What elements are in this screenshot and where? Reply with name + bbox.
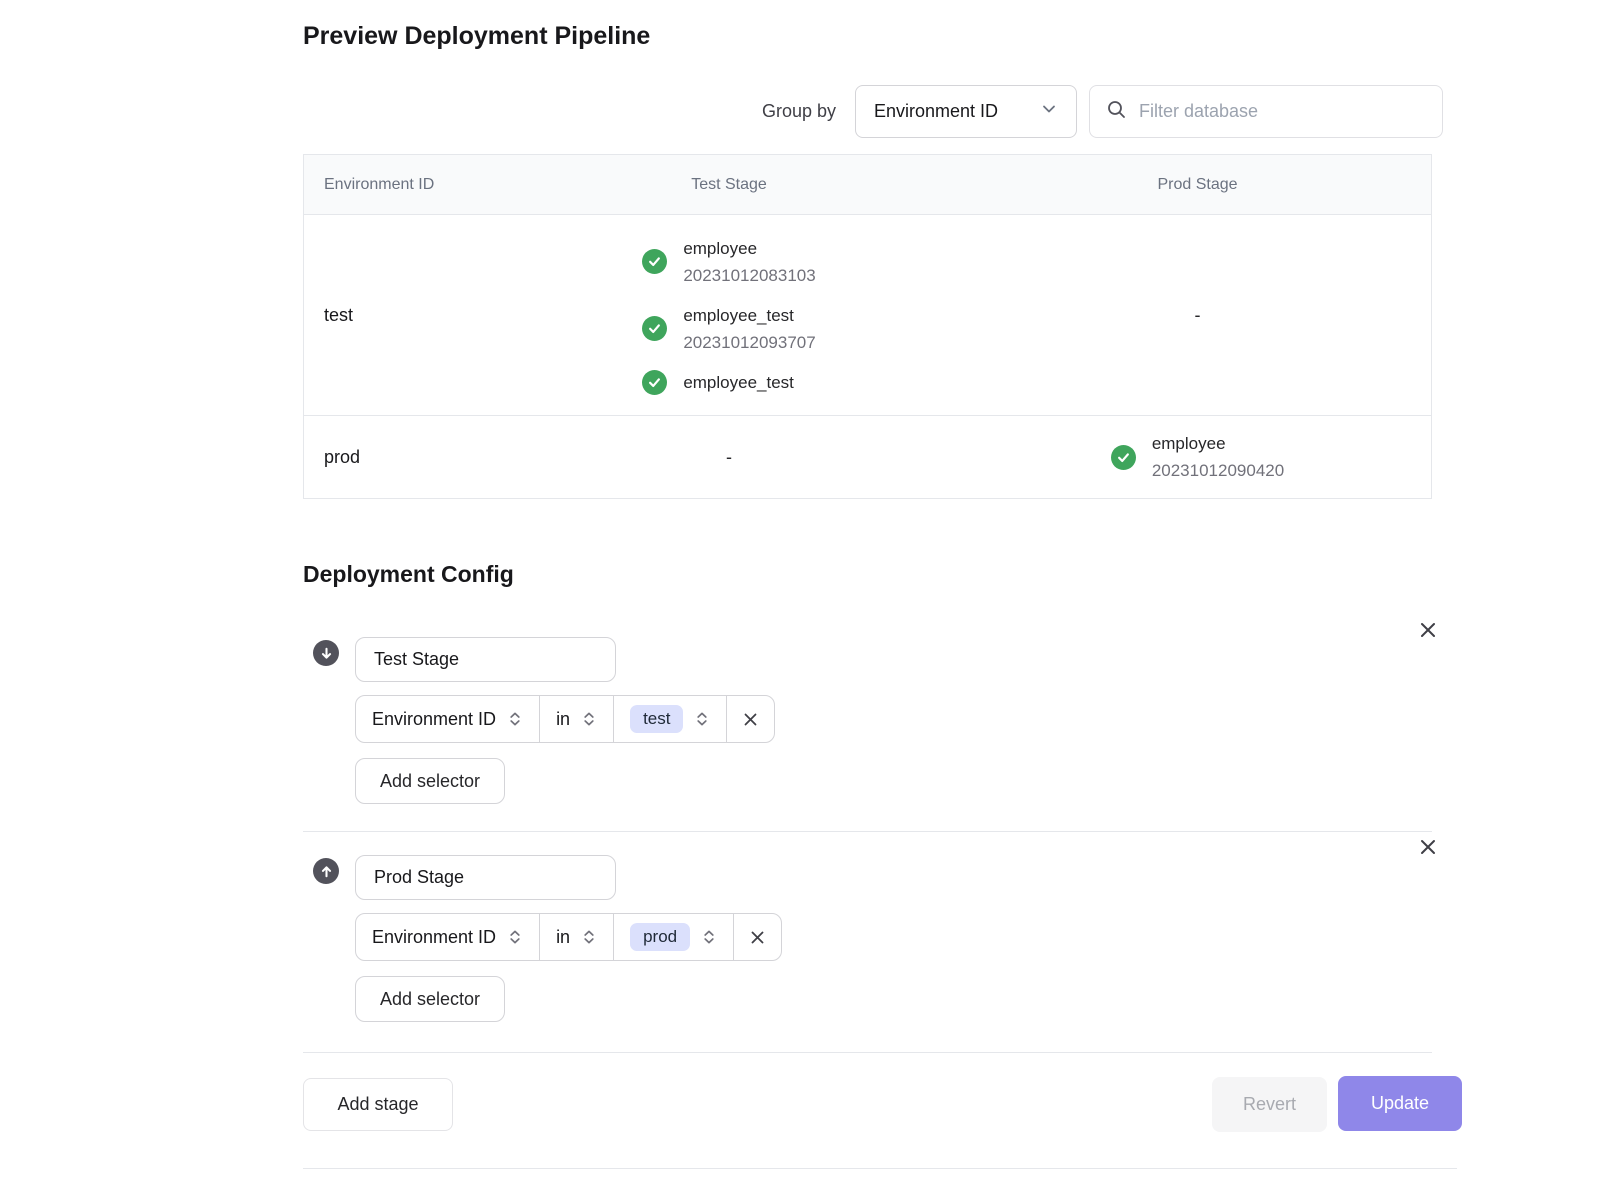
database-entry: employee 20231012083103 bbox=[642, 235, 815, 289]
group-by-select[interactable]: Environment ID bbox=[855, 85, 1077, 138]
chevron-up-down-icon bbox=[507, 929, 523, 945]
check-circle-icon bbox=[1111, 445, 1136, 470]
selector-key-select[interactable]: Environment ID bbox=[356, 696, 539, 742]
content-column: Preview Deployment Pipeline Group by Env… bbox=[303, 0, 1443, 1200]
stage-name-input[interactable] bbox=[355, 855, 616, 900]
check-circle-icon bbox=[642, 249, 667, 274]
deployment-config-title: Deployment Config bbox=[303, 561, 514, 588]
arrow-down-circle-icon bbox=[313, 640, 339, 666]
database-entry: employee_test bbox=[642, 369, 794, 396]
revert-button[interactable]: Revert bbox=[1212, 1077, 1327, 1132]
column-header-prod-stage: Prod Stage bbox=[964, 155, 1431, 214]
environment-name: test bbox=[324, 305, 353, 326]
database-entry: employee_test 20231012093707 bbox=[642, 302, 815, 356]
toolbar: Group by Environment ID bbox=[303, 85, 1443, 138]
bottom-divider bbox=[303, 1168, 1457, 1169]
selector-operator-select[interactable]: in bbox=[539, 914, 613, 960]
selector-value-chip: prod bbox=[630, 923, 690, 951]
database-name: employee bbox=[1152, 430, 1284, 457]
add-selector-button[interactable]: Add selector bbox=[355, 758, 505, 804]
filter-database-input[interactable] bbox=[1139, 101, 1426, 122]
page-title: Preview Deployment Pipeline bbox=[303, 22, 650, 51]
deployment-pipeline-page: Preview Deployment Pipeline Group by Env… bbox=[0, 0, 1600, 1200]
column-header-test-stage: Test Stage bbox=[494, 155, 964, 214]
selector-values-select[interactable]: test bbox=[613, 696, 726, 742]
selector-rule: Environment ID in prod bbox=[355, 913, 782, 961]
footer-divider bbox=[303, 1052, 1432, 1053]
database-name: employee bbox=[683, 235, 815, 262]
check-circle-icon bbox=[642, 316, 667, 341]
filter-database-field[interactable] bbox=[1089, 85, 1443, 138]
stage-name-input[interactable] bbox=[355, 637, 616, 682]
chevron-up-down-icon bbox=[581, 711, 597, 727]
x-mark-icon bbox=[741, 710, 760, 729]
selector-values-select[interactable]: prod bbox=[613, 914, 733, 960]
selector-key-select[interactable]: Environment ID bbox=[356, 914, 539, 960]
database-name: employee_test bbox=[683, 369, 794, 396]
column-header-environment-id: Environment ID bbox=[304, 155, 494, 214]
update-button[interactable]: Update bbox=[1338, 1076, 1462, 1131]
pipeline-preview-table: Environment ID Test Stage Prod Stage tes… bbox=[303, 154, 1432, 499]
stage-divider bbox=[303, 831, 1432, 832]
database-entry: employee 20231012090420 bbox=[1111, 430, 1284, 484]
search-icon bbox=[1106, 99, 1127, 125]
selector-operator-select[interactable]: in bbox=[539, 696, 613, 742]
selector-rule: Environment ID in test bbox=[355, 695, 775, 743]
remove-stage-button[interactable] bbox=[1415, 834, 1441, 860]
group-by-selected-value: Environment ID bbox=[874, 101, 998, 122]
chevron-up-down-icon bbox=[694, 711, 710, 727]
check-circle-icon bbox=[642, 370, 667, 395]
table-row: test employee 20231012083103 bbox=[304, 214, 1431, 415]
chevron-down-icon bbox=[1040, 100, 1058, 123]
remove-selector-button[interactable] bbox=[733, 914, 781, 960]
chevron-up-down-icon bbox=[507, 711, 523, 727]
test-stage-database-list: employee 20231012083103 employee_test 20… bbox=[642, 235, 815, 396]
arrow-up-circle-icon bbox=[313, 858, 339, 884]
x-mark-icon bbox=[748, 928, 767, 947]
group-by-label: Group by bbox=[762, 101, 836, 122]
empty-stage-dash: - bbox=[726, 447, 732, 468]
table-header-row: Environment ID Test Stage Prod Stage bbox=[304, 155, 1431, 214]
selector-value-chip: test bbox=[630, 705, 683, 733]
chevron-up-down-icon bbox=[581, 929, 597, 945]
selector-key-value: Environment ID bbox=[372, 927, 496, 948]
selector-operator-value: in bbox=[556, 709, 570, 730]
selector-operator-value: in bbox=[556, 927, 570, 948]
add-stage-button[interactable]: Add stage bbox=[303, 1078, 453, 1131]
database-name: employee_test bbox=[683, 302, 815, 329]
table-row: prod - employee 20231012090420 bbox=[304, 415, 1431, 498]
database-version: 20231012090420 bbox=[1152, 457, 1284, 484]
remove-selector-button[interactable] bbox=[726, 696, 774, 742]
chevron-up-down-icon bbox=[701, 929, 717, 945]
database-version: 20231012083103 bbox=[683, 262, 815, 289]
database-version: 20231012093707 bbox=[683, 329, 815, 356]
prod-stage-database-list: employee 20231012090420 bbox=[1111, 430, 1284, 484]
environment-name: prod bbox=[324, 447, 360, 468]
add-selector-button[interactable]: Add selector bbox=[355, 976, 505, 1022]
remove-stage-button[interactable] bbox=[1415, 617, 1441, 643]
selector-key-value: Environment ID bbox=[372, 709, 496, 730]
empty-stage-dash: - bbox=[1195, 305, 1201, 326]
